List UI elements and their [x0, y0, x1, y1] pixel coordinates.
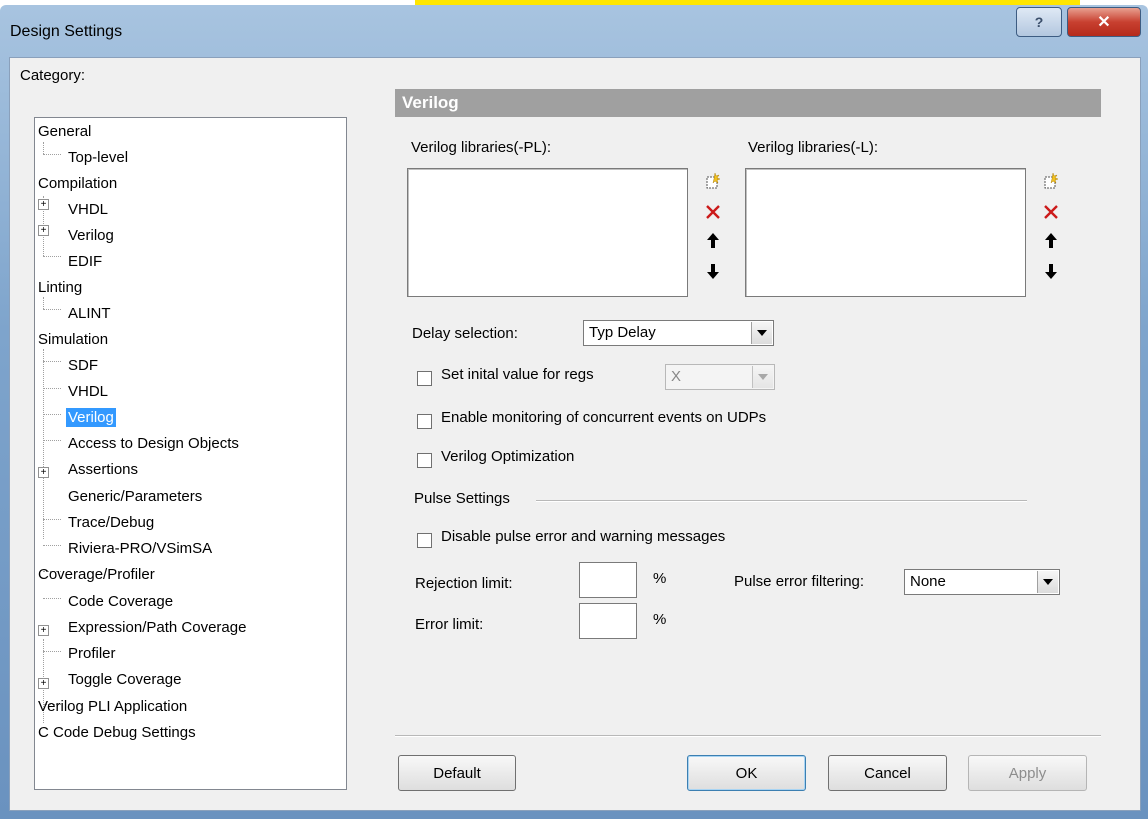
chevron-down-icon: [1037, 571, 1058, 593]
expand-icon[interactable]: +: [38, 678, 49, 689]
section-header: Verilog: [395, 89, 1101, 117]
tree-line: [43, 545, 61, 546]
tree-item-compilation-vhdl[interactable]: VHDL: [68, 198, 108, 222]
title-bar: Design Settings ? ✕: [0, 5, 1148, 57]
tree-item-profiler[interactable]: Profiler: [68, 642, 116, 666]
delete-icon[interactable]: [1041, 202, 1061, 222]
tree-item-generic-parameters[interactable]: Generic/Parameters: [68, 485, 202, 509]
category-label: Category:: [20, 67, 86, 84]
dialog-client: Category: + + + + + General Top-level Co…: [9, 57, 1141, 811]
button-separator: [395, 735, 1101, 737]
move-up-icon[interactable]: [1041, 231, 1061, 251]
tree-item-edif[interactable]: EDIF: [68, 250, 102, 274]
category-tree[interactable]: + + + + + General Top-level Compilation …: [34, 117, 347, 790]
delete-icon[interactable]: [703, 202, 723, 222]
window-title: Design Settings: [10, 23, 123, 40]
error-percent-label: %: [653, 611, 667, 628]
tree-item-coverage-profiler[interactable]: Coverage/Profiler: [38, 563, 155, 587]
tree-item-compilation-verilog[interactable]: Verilog: [68, 224, 114, 248]
init-regs-select[interactable]: X: [665, 364, 775, 390]
delay-select[interactable]: Typ Delay: [583, 320, 774, 346]
chevron-down-icon: [752, 366, 773, 388]
tree-line: [43, 388, 61, 389]
libs-pl-label: Verilog libraries(-PL):: [411, 139, 552, 156]
tree-item-top-level[interactable]: Top-level: [68, 146, 128, 170]
tree-item-simulation-verilog[interactable]: Verilog: [66, 406, 116, 430]
rejection-limit-label: Rejection limit:: [415, 575, 513, 592]
tree-line: [43, 440, 61, 441]
disable-pulse-label: Disable pulse error and warning messages: [441, 528, 726, 545]
tree-item-access-design-objects[interactable]: Access to Design Objects: [68, 432, 239, 456]
tree-item-simulation-vhdl[interactable]: VHDL: [68, 380, 108, 404]
tree-item-compilation[interactable]: Compilation: [38, 172, 117, 196]
tree-item-toggle-coverage[interactable]: Toggle Coverage: [68, 668, 181, 692]
default-button[interactable]: Default: [398, 755, 516, 791]
monitor-udp-label: Enable monitoring of concurrent events o…: [441, 409, 767, 426]
libs-l-listbox[interactable]: [745, 168, 1026, 297]
move-down-icon[interactable]: [1041, 261, 1061, 281]
tree-line: [43, 519, 61, 520]
cancel-button[interactable]: Cancel: [828, 755, 947, 791]
tree-line: [43, 349, 44, 539]
tree-item-alint[interactable]: ALINT: [68, 302, 111, 326]
help-button[interactable]: ?: [1016, 7, 1062, 37]
ok-button[interactable]: OK: [687, 755, 806, 791]
expand-icon[interactable]: +: [38, 625, 49, 636]
init-regs-checkbox[interactable]: [417, 371, 432, 386]
expand-icon[interactable]: +: [38, 225, 49, 236]
apply-button[interactable]: Apply: [968, 755, 1087, 791]
tree-item-expression-path-coverage[interactable]: Expression/Path Coverage: [68, 616, 246, 640]
tree-item-c-code-debug[interactable]: C Code Debug Settings: [38, 721, 196, 745]
delay-label: Delay selection:: [412, 325, 518, 342]
tree-item-simulation[interactable]: Simulation: [38, 328, 108, 352]
expand-icon[interactable]: +: [38, 199, 49, 210]
tree-item-general[interactable]: General: [38, 120, 91, 144]
pulse-filter-value: None: [910, 573, 946, 590]
error-limit-label: Error limit:: [415, 616, 484, 633]
monitor-udp-checkbox[interactable]: [417, 414, 432, 429]
rejection-limit-input[interactable]: [579, 562, 637, 598]
pulse-filter-label: Pulse error filtering:: [734, 573, 865, 590]
tree-line: [43, 361, 61, 362]
optimization-label: Verilog Optimization: [441, 448, 575, 465]
dialog-window: Design Settings ? ✕ Category: + + + + + …: [0, 5, 1148, 819]
move-down-icon[interactable]: [703, 261, 723, 281]
tree-item-code-coverage[interactable]: Code Coverage: [68, 590, 173, 614]
pulse-settings-divider: [536, 500, 1027, 502]
optimization-checkbox[interactable]: [417, 453, 432, 468]
tree-item-trace-debug[interactable]: Trace/Debug: [68, 511, 154, 535]
help-icon: ?: [1034, 14, 1044, 30]
init-regs-value: X: [671, 368, 682, 385]
tree-item-riviera-pro[interactable]: Riviera-PRO/VSimSA: [68, 537, 212, 561]
chevron-down-icon: [751, 322, 772, 344]
libs-l-label: Verilog libraries(-L):: [748, 139, 879, 156]
tree-item-linting[interactable]: Linting: [38, 276, 82, 300]
pulse-filter-select[interactable]: None: [904, 569, 1060, 595]
tree-line: [43, 414, 61, 415]
delay-value: Typ Delay: [589, 324, 656, 341]
new-library-icon[interactable]: [703, 171, 723, 191]
pulse-settings-label: Pulse Settings: [414, 490, 510, 507]
tree-item-assertions[interactable]: Assertions: [68, 458, 138, 482]
rejection-percent-label: %: [653, 570, 667, 587]
tree-item-verilog-pli[interactable]: Verilog PLI Application: [38, 695, 187, 719]
close-button[interactable]: ✕: [1067, 7, 1141, 37]
close-icon: ✕: [1097, 14, 1111, 31]
error-limit-input[interactable]: [579, 603, 637, 639]
move-up-icon[interactable]: [703, 231, 723, 251]
tree-item-sdf[interactable]: SDF: [68, 354, 98, 378]
disable-pulse-checkbox[interactable]: [417, 533, 432, 548]
tree-line: [43, 651, 61, 652]
tree-line: [43, 309, 61, 310]
tree-line: [43, 154, 61, 155]
init-regs-label: Set inital value for regs: [441, 366, 594, 383]
tree-line: [43, 256, 61, 257]
libs-pl-listbox[interactable]: [407, 168, 688, 297]
settings-panel: Verilog Verilog libraries(-PL): Verilog …: [395, 89, 1101, 789]
expand-icon[interactable]: +: [38, 467, 49, 478]
tree-line: [43, 598, 61, 599]
new-library-icon[interactable]: [1041, 171, 1061, 191]
